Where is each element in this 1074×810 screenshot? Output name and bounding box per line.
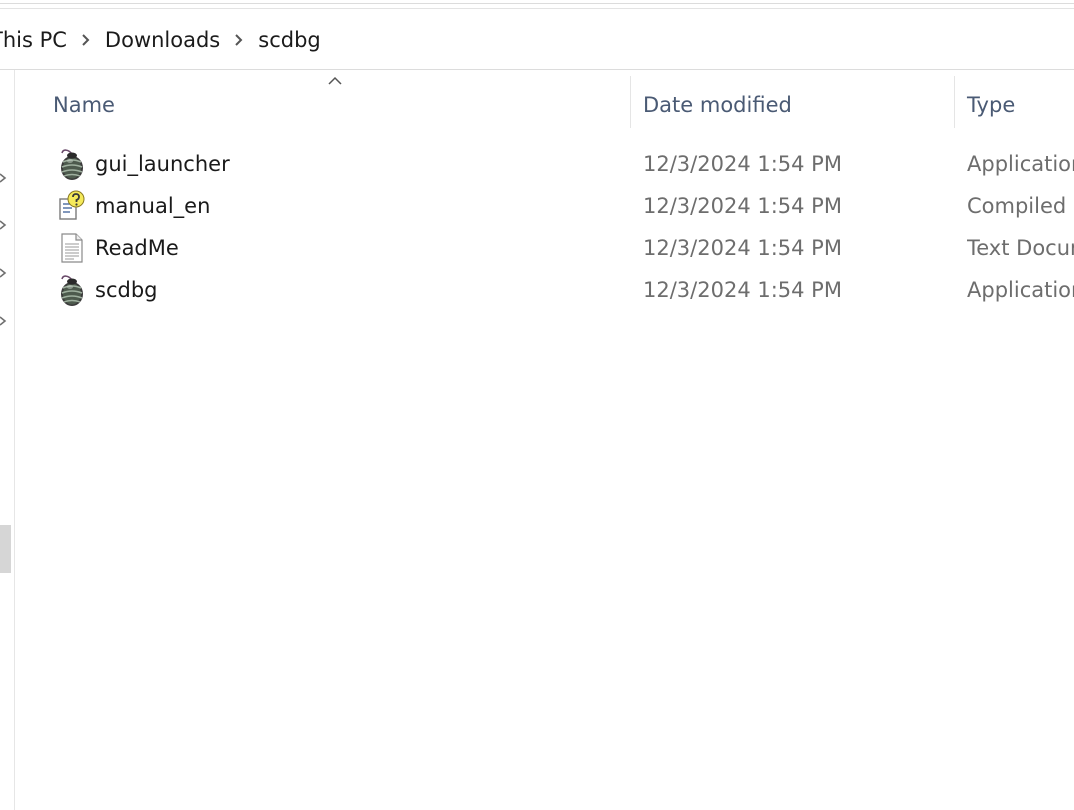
file-date-modified: 12/3/2024 1:54 PM: [643, 236, 842, 260]
column-header-date-modified[interactable]: Date modified: [643, 76, 792, 130]
breadcrumb: This PC Downloads scdbg: [0, 25, 321, 55]
file-type: Text Document: [967, 236, 1074, 260]
breadcrumb-item-downloads[interactable]: Downloads: [105, 25, 220, 55]
file-name: scdbg: [95, 278, 158, 302]
chevron-right-icon[interactable]: [0, 220, 8, 230]
file-date-modified: 12/3/2024 1:54 PM: [643, 152, 842, 176]
file-row[interactable]: manual_en 12/3/2024 1:54 PM Compiled HTM…: [16, 185, 1074, 227]
file-type: Application: [967, 152, 1074, 176]
file-name: gui_launcher: [95, 152, 230, 176]
scrollbar-thumb[interactable]: [0, 525, 11, 573]
navigation-pane-edge: [0, 70, 15, 810]
file-date-modified: 12/3/2024 1:54 PM: [643, 194, 842, 218]
column-divider[interactable]: [954, 76, 955, 128]
window-top-strip: [0, 0, 1074, 9]
breadcrumb-item-this-pc[interactable]: This PC: [0, 25, 67, 55]
chevron-right-icon[interactable]: [220, 25, 258, 55]
chevron-right-icon[interactable]: [67, 25, 105, 55]
chevron-right-icon[interactable]: [0, 268, 8, 278]
file-name: ReadMe: [95, 236, 179, 260]
top-divider: [0, 3, 1074, 4]
breadcrumb-item-scdbg[interactable]: scdbg: [258, 25, 320, 55]
bug-app-icon: [58, 147, 86, 181]
file-row[interactable]: gui_launcher 12/3/2024 1:54 PM Applicati…: [16, 143, 1074, 185]
column-header-name[interactable]: Name: [53, 76, 115, 130]
file-row[interactable]: scdbg 12/3/2024 1:54 PM Application: [16, 269, 1074, 311]
column-header-row: Name Date modified Type: [16, 76, 1074, 130]
bug-app-icon: [58, 273, 86, 307]
file-type: Compiled HTML Help file: [967, 194, 1074, 218]
sort-ascending-icon: [328, 76, 342, 85]
file-type: Application: [967, 278, 1074, 302]
column-header-type[interactable]: Type: [967, 76, 1015, 130]
file-name: manual_en: [95, 194, 211, 218]
file-date-modified: 12/3/2024 1:54 PM: [643, 278, 842, 302]
chevron-right-icon[interactable]: [0, 316, 8, 326]
chevron-right-icon[interactable]: [0, 173, 8, 183]
column-divider[interactable]: [630, 76, 631, 128]
text-document-icon: [58, 231, 86, 265]
file-row[interactable]: ReadMe 12/3/2024 1:54 PM Text Document: [16, 227, 1074, 269]
help-file-icon: [58, 189, 86, 223]
address-bar[interactable]: This PC Downloads scdbg: [0, 9, 1074, 70]
